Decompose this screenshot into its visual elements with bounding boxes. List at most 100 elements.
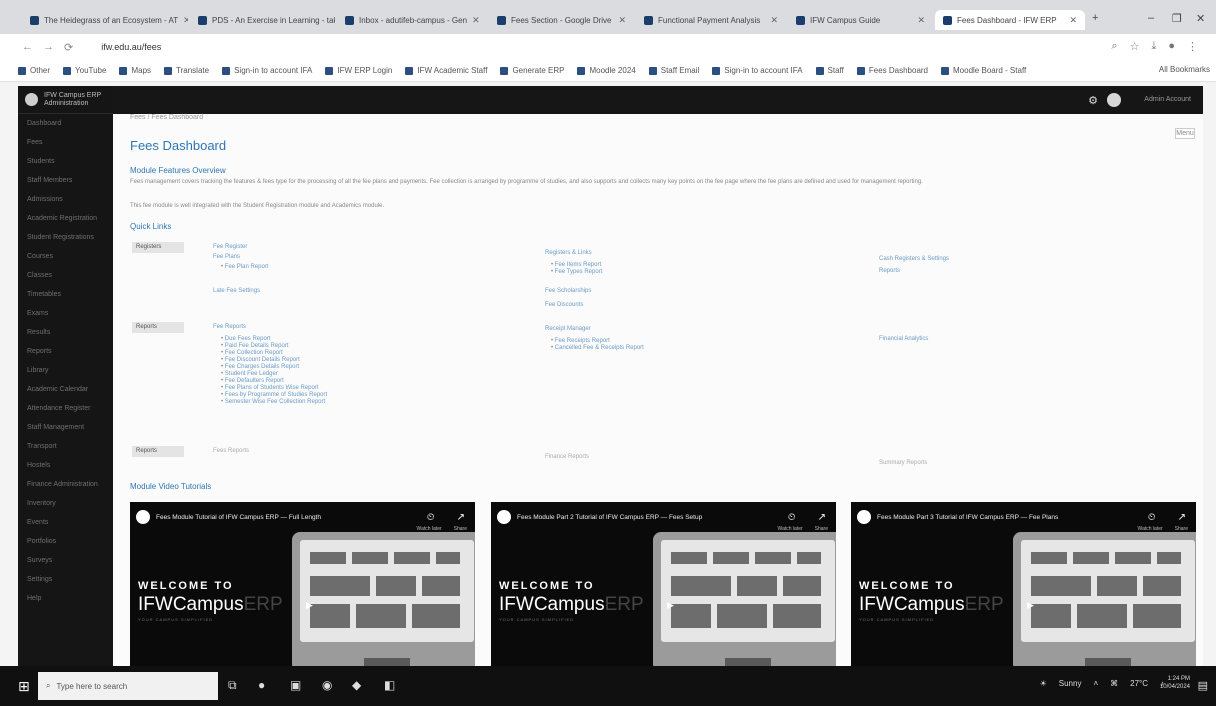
task-view-icon[interactable]: ⧉ xyxy=(228,678,237,693)
list-item[interactable]: Fee Defaulters Report xyxy=(221,378,327,385)
bookmark[interactable]: Generate ERP xyxy=(500,66,564,75)
list-item[interactable]: Fee Receipts Report xyxy=(551,338,644,345)
bookmark[interactable]: IFW ERP Login xyxy=(325,66,392,75)
settings-gear-icon[interactable]: ⚙ xyxy=(1088,94,1098,107)
close-icon[interactable]: ✕ xyxy=(183,15,188,26)
file-explorer-icon[interactable]: ▣ xyxy=(290,678,301,692)
share-icon[interactable]: ↗ xyxy=(1178,512,1186,523)
sidebar-item[interactable]: Staff Management xyxy=(18,418,113,437)
sidebar-item[interactable]: Inventory xyxy=(18,494,113,513)
chevron-up-icon[interactable]: ˄ xyxy=(1093,679,1098,688)
sidebar-item[interactable]: Exams xyxy=(18,304,113,323)
sidebar-item[interactable]: Library xyxy=(18,361,113,380)
video-title[interactable]: Fees Module Part 3 Tutorial of IFW Campu… xyxy=(877,514,1142,521)
list-item[interactable]: Fees by Programme of Studies Report xyxy=(221,392,327,399)
sidebar-item[interactable]: Transport xyxy=(18,437,113,456)
list-item[interactable]: Paid Fee Details Report xyxy=(221,343,327,350)
watch-later-icon[interactable]: ⏲ xyxy=(788,512,796,523)
play-arrow-icon[interactable]: ▶ xyxy=(667,600,674,611)
sidebar-item[interactable]: Students xyxy=(18,152,113,171)
more-menu-icon[interactable]: ⋮ xyxy=(1187,40,1198,53)
all-bookmarks-link[interactable]: All Bookmarks xyxy=(1152,65,1210,74)
bookmark[interactable]: IFW Academic Staff xyxy=(405,66,487,75)
sidebar-item[interactable]: Finance Administration xyxy=(18,475,113,494)
window-restore-button[interactable]: ❐ xyxy=(1172,12,1182,25)
bookmark[interactable]: Sign-in to account IFA xyxy=(712,66,803,75)
download-icon[interactable]: ⤓ xyxy=(1151,40,1156,53)
forward-icon[interactable]: → xyxy=(43,41,54,53)
breadcrumb[interactable]: Fees / Fees Dashboard xyxy=(130,114,203,121)
share-icon[interactable]: ↗ xyxy=(818,512,826,523)
window-minimize-button[interactable]: – xyxy=(1148,12,1154,24)
avatar[interactable] xyxy=(1107,93,1121,107)
video-player[interactable]: Fees Module Part 2 Tutorial of IFW Campu… xyxy=(491,502,836,666)
sidebar-item[interactable]: Timetables xyxy=(18,285,113,304)
reload-icon[interactable]: ⟳ xyxy=(64,41,73,54)
close-icon[interactable]: ✕ xyxy=(618,15,626,26)
fee-discounts-link[interactable]: Fee Discounts xyxy=(545,302,583,308)
list-item[interactable]: Fee Collection Report xyxy=(221,350,327,357)
bookmark[interactable]: Staff xyxy=(815,66,844,75)
col2-title-link[interactable]: Registers & Links xyxy=(545,250,592,256)
play-arrow-icon[interactable]: ▶ xyxy=(306,600,313,611)
channel-avatar[interactable] xyxy=(136,510,150,524)
watch-later-icon[interactable]: ⏲ xyxy=(427,512,435,523)
sidebar-item[interactable]: Reports xyxy=(18,342,113,361)
browser-app-icon[interactable]: ● xyxy=(258,678,265,692)
fee-scholarships-link[interactable]: Fee Scholarships xyxy=(545,288,591,294)
sidebar-item[interactable]: Dashboard xyxy=(18,114,113,133)
list-item[interactable]: Due Fees Report xyxy=(221,336,327,343)
user-name[interactable]: Admin Account xyxy=(1144,96,1191,103)
sidebar-brand[interactable]: IFW Campus ERP Administration xyxy=(18,86,113,114)
col3-reports-link[interactable]: Reports xyxy=(879,268,900,274)
video-title[interactable]: Fees Module Tutorial of IFW Campus ERP —… xyxy=(156,514,421,521)
sidebar-item[interactable]: Settings xyxy=(18,570,113,589)
temperature[interactable]: 27°C xyxy=(1130,679,1148,688)
browser-tab[interactable]: PDS - An Exercise in Learning - take an✕ xyxy=(190,10,335,30)
sidebar-item[interactable]: Academic Registration xyxy=(18,209,113,228)
finance-reports-link[interactable]: Finance Reports xyxy=(545,454,589,460)
sidebar-item[interactable]: Classes xyxy=(18,266,113,285)
summary-reports-link[interactable]: Summary Reports xyxy=(879,460,927,466)
sidebar-item[interactable]: Academic Calendar xyxy=(18,380,113,399)
receipt-manager-link[interactable]: Receipt Manager xyxy=(545,326,591,332)
window-close-button[interactable]: ✕ xyxy=(1196,12,1205,25)
list-item[interactable]: Fee Charges Details Report xyxy=(221,364,327,371)
list-item[interactable]: Student Fee Ledger xyxy=(221,371,327,378)
profile-icon[interactable]: ● xyxy=(1168,40,1175,53)
sidebar-item[interactable]: Attendance Register xyxy=(18,399,113,418)
url-field[interactable]: ifw.edu.au/fees xyxy=(101,42,161,52)
bookmark[interactable]: Maps xyxy=(119,66,151,75)
bookmark[interactable]: Fees Dashboard xyxy=(856,66,928,75)
windows-start-icon[interactable]: ⊞ xyxy=(18,678,30,695)
video-player[interactable]: Fees Module Part 3 Tutorial of IFW Campu… xyxy=(851,502,1196,666)
taskbar-search[interactable]: ⌕ Type here to search xyxy=(38,672,218,700)
weather-label[interactable]: Sunny xyxy=(1059,679,1082,688)
bookmark[interactable]: Staff Email xyxy=(648,66,699,75)
late-fee-settings-link[interactable]: Late Fee Settings xyxy=(213,288,260,294)
watch-later-icon[interactable]: ⏲ xyxy=(1148,512,1156,523)
sidebar-item[interactable]: Fees xyxy=(18,133,113,152)
browser-tab[interactable]: The Heidegrass of an Ecosystem - AT ✕ xyxy=(22,10,188,30)
notification-icon[interactable]: ▤ xyxy=(1198,679,1208,692)
browser-tab[interactable]: Inbox - adutifeb-campus - Gen ✕ xyxy=(337,10,487,30)
taskbar-clock[interactable]: 1:24 PM 10/04/2024 xyxy=(1160,675,1190,691)
list-item[interactable]: Cancelled Fee & Receipts Report xyxy=(551,345,644,352)
list-item[interactable]: Fee Types Report xyxy=(551,269,603,276)
list-item[interactable]: Fee Plan Report xyxy=(221,264,269,271)
close-icon[interactable]: ✕ xyxy=(917,15,925,26)
financial-analytics-link[interactable]: Financial Analytics xyxy=(879,336,928,342)
sidebar-item[interactable]: Courses xyxy=(18,247,113,266)
bookmark[interactable]: YouTube xyxy=(63,66,106,75)
sidebar-item[interactable]: Staff Members xyxy=(18,171,113,190)
back-icon[interactable]: ← xyxy=(22,41,33,53)
browser-tab[interactable]: Functional Payment Analysis ✕ xyxy=(636,10,786,30)
bookmark[interactable]: Moodle Board - Staff xyxy=(941,66,1026,75)
sidebar-item[interactable]: Results xyxy=(18,323,113,342)
channel-avatar[interactable] xyxy=(497,510,511,524)
app-icon[interactable]: ◉ xyxy=(322,678,332,692)
browser-tab[interactable]: IFW Campus Guide ✕ xyxy=(788,10,933,30)
list-item[interactable]: Semester Wise Fee Collection Report xyxy=(221,399,327,406)
sidebar-item[interactable]: Help xyxy=(18,589,113,608)
fees-reports-link[interactable]: Fees Reports xyxy=(213,448,249,454)
